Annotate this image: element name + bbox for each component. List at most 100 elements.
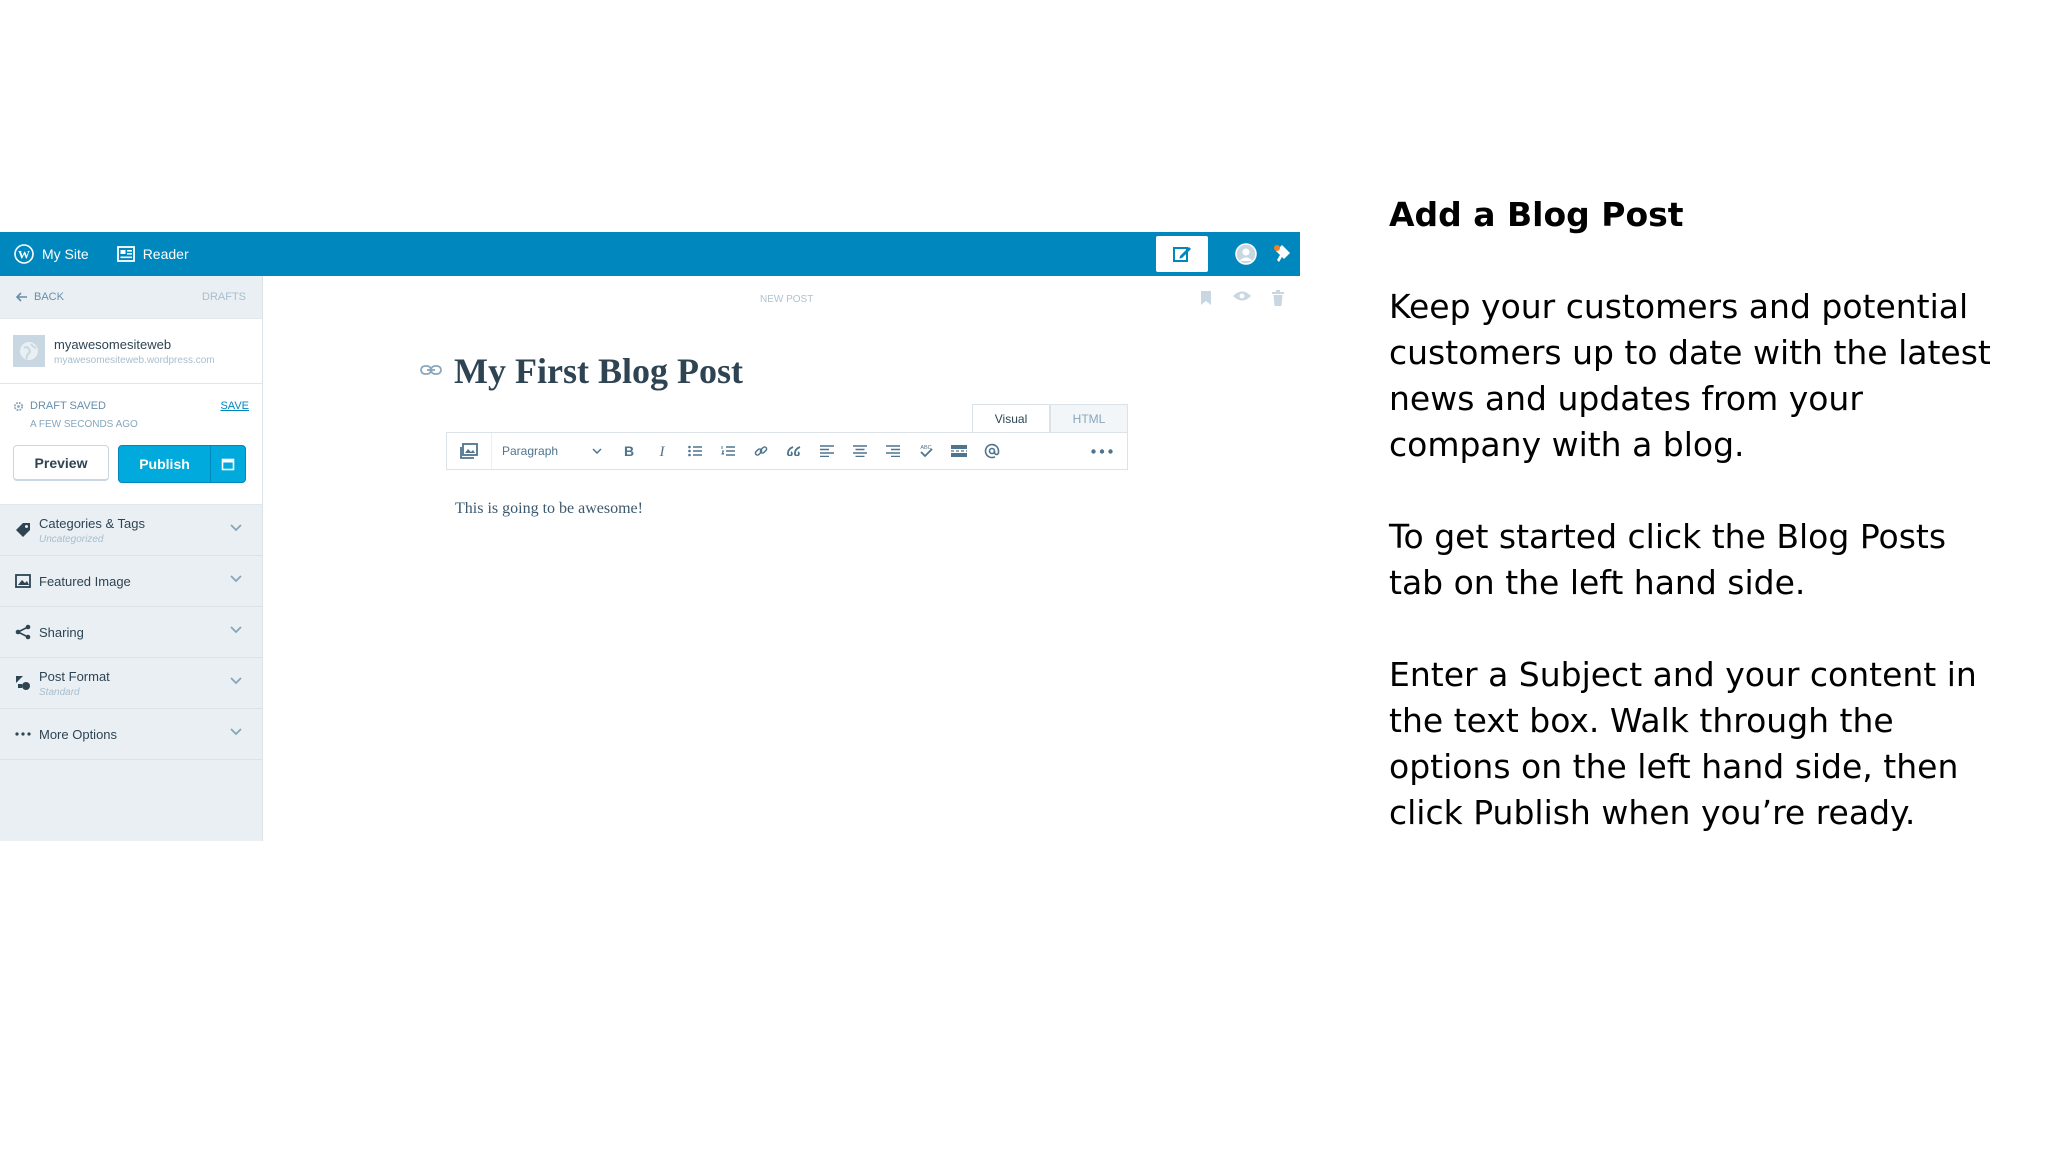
bookmark-button[interactable] <box>1188 290 1224 306</box>
align-center-button[interactable] <box>843 433 876 469</box>
italic-icon: I <box>658 444 665 458</box>
read-more-icon <box>950 445 967 457</box>
quote-icon <box>786 446 800 456</box>
svg-text:I: I <box>658 444 665 458</box>
drafts-button[interactable]: Drafts <box>202 291 246 303</box>
blockquote-button[interactable] <box>777 433 810 469</box>
globe-icon <box>20 342 38 360</box>
post-content-editor[interactable]: This is going to be awesome! <box>455 500 643 518</box>
bell-icon <box>1274 245 1290 262</box>
status-timestamp: A few seconds ago <box>30 419 138 430</box>
reader-link[interactable]: Reader <box>103 232 203 276</box>
numbered-list-icon <box>720 446 735 456</box>
align-left-icon <box>819 445 834 457</box>
accordion-featured-image[interactable]: Featured Image <box>0 556 262 607</box>
instructions-panel: Add a Blog Post Keep your customers and … <box>1389 192 2009 882</box>
trash-icon <box>1272 290 1284 306</box>
ellipsis-icon <box>1091 448 1113 454</box>
accordion-sharing[interactable]: Sharing <box>0 607 262 658</box>
spellcheck-icon: ABC <box>920 445 933 458</box>
shapes-icon <box>16 676 30 690</box>
accordion-subtitle: Uncategorized <box>39 533 104 545</box>
edit-icon <box>1173 247 1191 262</box>
profile-button[interactable] <box>1228 232 1264 276</box>
editor-sidebar: Back Drafts myawesomesiteweb myawesomesi… <box>0 276 263 841</box>
align-left-button[interactable] <box>810 433 843 469</box>
wordpress-editor-screenshot: W My Site Reader BACK DRAFTS myawesomesi… <box>0 232 1300 841</box>
site-url: myawesomesiteweb.wordpress.com <box>54 354 215 366</box>
site-name: myawesomesiteweb <box>54 336 172 352</box>
accordion-subtitle: Standard <box>39 686 80 698</box>
accordion-title: Categories & Tags <box>39 515 145 531</box>
bullet-list-button[interactable] <box>678 433 711 469</box>
align-right-icon <box>885 445 900 457</box>
accordion-title: More Options <box>39 726 118 742</box>
write-post-button[interactable] <box>1156 236 1208 272</box>
spellcheck-button[interactable]: ABC <box>909 433 942 469</box>
mention-button[interactable] <box>975 433 1008 469</box>
arrow-left-icon <box>16 292 27 302</box>
post-status-panel: Draft saved Save A few seconds ago Previ… <box>0 384 262 505</box>
gear-icon <box>13 401 24 411</box>
schedule-button[interactable] <box>210 446 245 482</box>
back-label: Back <box>34 291 64 303</box>
insert-link-button[interactable] <box>744 433 777 469</box>
notifications-button[interactable] <box>1264 232 1300 276</box>
share-icon <box>15 624 31 640</box>
chevron-down-icon <box>230 575 242 583</box>
chevron-down-icon <box>230 524 242 532</box>
tab-visual[interactable]: Visual <box>972 404 1050 432</box>
publish-button[interactable]: Publish <box>119 446 210 482</box>
link-icon[interactable] <box>420 364 442 376</box>
reader-label: Reader <box>142 246 189 262</box>
numbered-list-button[interactable] <box>711 433 744 469</box>
preview-eye-button[interactable] <box>1224 290 1260 306</box>
at-sign-icon <box>984 443 999 459</box>
accordion-title: Post Format <box>39 668 110 684</box>
bold-icon: B <box>623 444 633 458</box>
eye-icon <box>1233 291 1251 301</box>
chevron-down-icon <box>230 728 242 736</box>
link-icon <box>754 446 767 456</box>
image-icon <box>15 574 31 588</box>
editor-toolbar: Paragraph B I ABC <box>446 432 1128 470</box>
instructions-paragraph-3: Enter a Subject and your content in the … <box>1389 655 1977 832</box>
bookmark-icon <box>1201 291 1211 305</box>
trash-button[interactable] <box>1260 290 1296 306</box>
media-icon <box>460 443 478 459</box>
post-title-field[interactable]: My First Blog Post <box>454 350 743 392</box>
align-center-icon <box>852 445 867 457</box>
format-select-value: Paragraph <box>502 444 559 458</box>
chevron-down-icon <box>230 677 242 685</box>
my-site-link[interactable]: W My Site <box>0 232 103 276</box>
wordpress-logo-icon: W <box>14 244 34 264</box>
publish-button-group: Publish <box>118 445 246 483</box>
back-button[interactable]: Back <box>16 291 64 303</box>
paragraph-format-select[interactable]: Paragraph <box>492 444 612 458</box>
site-icon <box>13 335 45 367</box>
editor-header-label: New Post <box>760 294 814 305</box>
toolbar-more-button[interactable] <box>1091 433 1113 469</box>
save-link[interactable]: Save <box>220 400 249 412</box>
chevron-down-icon <box>230 626 242 634</box>
calendar-icon <box>221 458 235 471</box>
my-site-label: My Site <box>42 246 89 262</box>
accordion-post-format[interactable]: Post Format Standard <box>0 658 262 709</box>
more-tag-button[interactable] <box>942 433 975 469</box>
bullet-list-icon <box>687 445 702 457</box>
site-card[interactable]: myawesomesiteweb myawesomesiteweb.wordpr… <box>0 318 262 384</box>
instructions-paragraph-2: To get started click the Blog Posts tab … <box>1389 517 1947 602</box>
accordion-categories-tags[interactable]: Categories & Tags Uncategorized <box>0 505 262 556</box>
post-editor: New Post My First Blog Post Visual HTML … <box>263 276 1300 841</box>
avatar-icon <box>1235 243 1257 265</box>
reader-icon <box>116 246 135 262</box>
italic-button[interactable]: I <box>645 433 678 469</box>
preview-button[interactable]: Preview <box>13 445 109 481</box>
align-right-button[interactable] <box>876 433 909 469</box>
tab-html[interactable]: HTML <box>1050 404 1128 432</box>
draft-status-label: Draft saved <box>30 400 106 412</box>
svg-text:B: B <box>623 444 633 458</box>
bold-button[interactable]: B <box>612 433 645 469</box>
accordion-more-options[interactable]: More Options <box>0 709 262 760</box>
add-media-button[interactable] <box>447 433 492 469</box>
